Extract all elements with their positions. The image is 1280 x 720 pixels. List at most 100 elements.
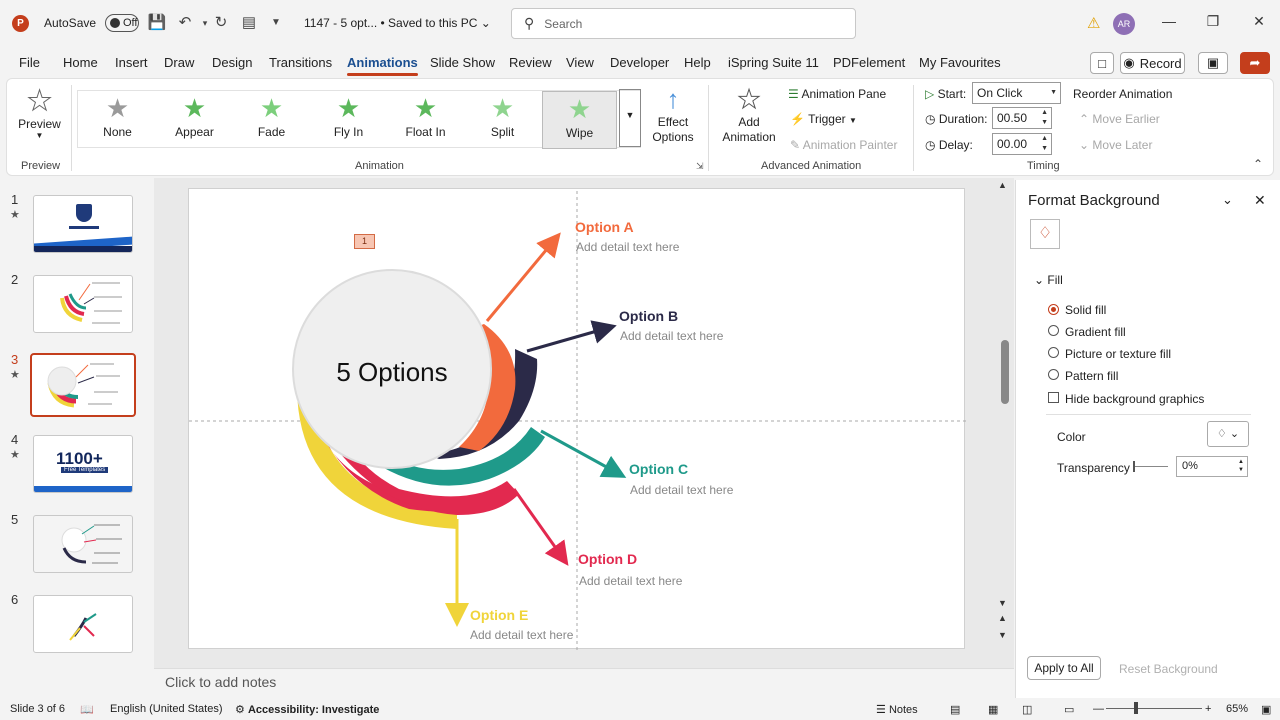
avatar[interactable]: AR xyxy=(1113,13,1135,35)
add-animation-button[interactable]: ★ Add Animation xyxy=(715,83,783,153)
close-icon[interactable]: ✕ xyxy=(1249,13,1269,30)
notes-button[interactable]: ☰ Notes xyxy=(876,703,918,716)
tab-ispring[interactable]: iSpring Suite 11 xyxy=(728,55,819,70)
trigger-button[interactable]: ⚡ Trigger ▼ xyxy=(790,112,857,126)
language-label[interactable]: English (United States) xyxy=(110,703,223,715)
tab-pdfelement[interactable]: PDFelement xyxy=(833,55,905,70)
picture-fill-radio[interactable] xyxy=(1048,347,1059,358)
zoom-level[interactable]: 65% xyxy=(1226,703,1248,715)
teams-icon[interactable]: ▣ xyxy=(1198,52,1228,74)
fit-to-window-icon[interactable]: ▣ xyxy=(1261,703,1271,716)
tab-home[interactable]: Home xyxy=(63,55,98,70)
gradient-fill-radio[interactable] xyxy=(1048,325,1059,336)
animation-fly-in[interactable]: ★ Fly In xyxy=(311,91,386,149)
animation-fade[interactable]: ★ Fade xyxy=(234,91,309,149)
option-e-title[interactable]: Option E xyxy=(470,607,528,623)
customize-qat-icon[interactable]: ▼ xyxy=(266,13,286,33)
zoom-slider[interactable] xyxy=(1106,708,1202,709)
normal-view-icon[interactable]: ▤ xyxy=(950,703,960,716)
tab-insert[interactable]: Insert xyxy=(115,55,148,70)
document-title[interactable]: 1147 - 5 opt... • Saved to this PC ⌄ xyxy=(304,16,491,30)
next-slide-icon[interactable]: ▼ xyxy=(998,630,1007,640)
tab-my-favourites[interactable]: My Favourites xyxy=(919,55,1001,70)
zoom-slider-thumb[interactable] xyxy=(1134,702,1138,714)
fill-tab-icon[interactable]: ♢ xyxy=(1030,219,1060,249)
undo-icon[interactable]: ↶ xyxy=(175,13,195,33)
option-e-detail[interactable]: Add detail text here xyxy=(470,628,573,642)
pattern-fill-radio[interactable] xyxy=(1048,369,1059,380)
animation-float-in[interactable]: ★ Float In xyxy=(388,91,463,149)
animation-wipe[interactable]: ★ Wipe xyxy=(542,91,617,149)
reset-background-button[interactable]: Reset Background xyxy=(1119,662,1218,676)
animation-order-marker[interactable]: 1 xyxy=(354,234,375,249)
animation-split[interactable]: ★ Split xyxy=(465,91,540,149)
fill-section-header[interactable]: ⌄ Fill xyxy=(1034,273,1063,287)
redo-icon[interactable]: ↻ xyxy=(211,13,231,33)
tab-slide-show[interactable]: Slide Show xyxy=(430,55,495,70)
slide-thumbnail-5[interactable] xyxy=(33,515,133,573)
option-a-title[interactable]: Option A xyxy=(575,219,634,235)
slideshow-view-icon[interactable]: ▭ xyxy=(1064,703,1074,716)
move-earlier-button[interactable]: ⌃ Move Earlier xyxy=(1079,112,1160,126)
transparency-input[interactable]: 0% ▲ ▼ xyxy=(1176,456,1248,477)
apply-to-all-button[interactable]: Apply to All xyxy=(1027,656,1101,680)
transparency-slider[interactable] xyxy=(1134,466,1168,467)
slide-thumbnail-4[interactable]: 1100+ Free Templates xyxy=(33,435,133,493)
color-picker-button[interactable]: ♢ ⌄ xyxy=(1207,421,1249,447)
accessibility-status[interactable]: ⚙ Accessibility: Investigate xyxy=(235,703,379,716)
option-d-title[interactable]: Option D xyxy=(578,551,637,567)
scroll-up-icon[interactable]: ▲ xyxy=(998,180,1007,190)
animation-appear[interactable]: ★ Appear xyxy=(157,91,232,149)
previous-slide-icon[interactable]: ▲ xyxy=(998,613,1007,623)
option-d-detail[interactable]: Add detail text here xyxy=(579,574,682,588)
option-a-detail[interactable]: Add detail text here xyxy=(576,240,679,254)
center-title[interactable]: 5 Options xyxy=(293,357,491,388)
hide-bg-checkbox[interactable] xyxy=(1048,392,1059,403)
tab-file[interactable]: File xyxy=(19,55,40,70)
dialog-launcher-icon[interactable]: ⇲ xyxy=(696,161,704,172)
slide-canvas[interactable]: 1 5 Options Option A Add detail text her… xyxy=(188,188,966,650)
restore-icon[interactable]: ❐ xyxy=(1203,13,1223,30)
tab-transitions[interactable]: Transitions xyxy=(269,55,332,70)
warning-icon[interactable]: ⚠ xyxy=(1087,14,1100,32)
duration-spinner[interactable]: 00.50 ▲ ▼ xyxy=(992,107,1052,129)
preview-button[interactable]: ★ Preview ▼ xyxy=(17,85,62,155)
tab-review[interactable]: Review xyxy=(509,55,552,70)
gallery-more-button[interactable]: ▼ xyxy=(619,89,641,147)
tab-animations[interactable]: Animations xyxy=(347,55,418,76)
slide-info[interactable]: Slide 3 of 6 xyxy=(10,703,65,715)
pane-options-icon[interactable]: ⌄ xyxy=(1222,192,1233,208)
slide-thumbnail-3[interactable] xyxy=(30,353,136,417)
slide-thumbnail-2[interactable] xyxy=(33,275,133,333)
tab-help[interactable]: Help xyxy=(684,55,711,70)
record-button[interactable]: ◉ Record xyxy=(1120,52,1185,74)
slide-sorter-icon[interactable]: ▦ xyxy=(988,703,998,716)
comments-icon[interactable]: □ xyxy=(1090,52,1114,74)
option-b-detail[interactable]: Add detail text here xyxy=(620,329,723,343)
collapse-ribbon-icon[interactable]: ⌃ xyxy=(1253,157,1263,171)
move-later-button[interactable]: ⌄ Move Later xyxy=(1079,138,1152,152)
autosave-toggle[interactable]: Off xyxy=(105,14,139,32)
slide-thumbnail-1[interactable] xyxy=(33,195,133,253)
present-icon[interactable]: ▤ xyxy=(239,13,259,33)
search-box[interactable]: ⚲ Search xyxy=(511,8,856,39)
tab-design[interactable]: Design xyxy=(212,55,252,70)
vertical-scrollbar[interactable] xyxy=(1001,340,1009,404)
tab-developer[interactable]: Developer xyxy=(610,55,669,70)
reading-view-icon[interactable]: ◫ xyxy=(1022,703,1032,716)
zoom-in-icon[interactable]: + xyxy=(1205,703,1211,715)
tab-draw[interactable]: Draw xyxy=(164,55,194,70)
notes-check-icon[interactable]: 📖 xyxy=(80,703,94,716)
delay-spinner[interactable]: 00.00 ▲ ▼ xyxy=(992,133,1052,155)
effect-options-button[interactable]: ↑ Effect Options xyxy=(647,83,699,153)
slider-thumb[interactable] xyxy=(1133,461,1135,472)
tab-view[interactable]: View xyxy=(566,55,594,70)
scroll-down-icon[interactable]: ▼ xyxy=(998,598,1007,608)
close-pane-icon[interactable]: ✕ xyxy=(1254,192,1266,209)
animation-pane-button[interactable]: ☰ Animation Pane xyxy=(788,87,886,101)
option-c-detail[interactable]: Add detail text here xyxy=(630,483,733,497)
slide-thumbnail-6[interactable] xyxy=(33,595,133,653)
animation-none[interactable]: ★ None xyxy=(80,91,155,149)
option-c-title[interactable]: Option C xyxy=(629,461,688,477)
animation-painter-button[interactable]: ✎ Animation Painter xyxy=(790,138,897,152)
